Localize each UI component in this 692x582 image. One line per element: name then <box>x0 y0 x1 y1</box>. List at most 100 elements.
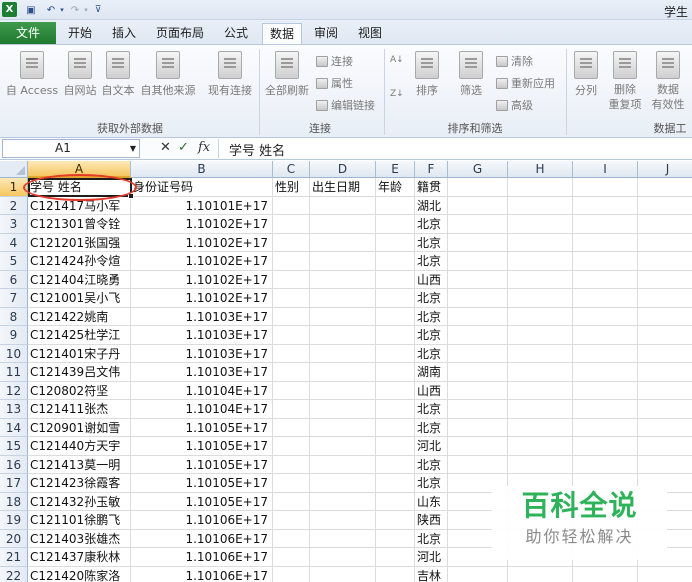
cell-j[interactable] <box>638 437 692 456</box>
cell-a[interactable]: C121425杜学江 <box>28 326 131 345</box>
cell-i[interactable] <box>573 307 638 326</box>
cell-f[interactable]: 北京 <box>415 252 448 271</box>
cell-g[interactable] <box>448 233 508 252</box>
cell-f[interactable]: 山西 <box>415 381 448 400</box>
cell-i[interactable] <box>573 381 638 400</box>
cell-d[interactable] <box>310 381 376 400</box>
data-validation-button[interactable]: 数据 有效性 <box>648 51 688 112</box>
row-header[interactable]: 13 <box>0 400 28 419</box>
cell-f[interactable]: 籍贯 <box>415 178 448 197</box>
row-header[interactable]: 2 <box>0 196 28 215</box>
cell-d[interactable] <box>310 400 376 419</box>
cell-a[interactable]: C121411张杰 <box>28 400 131 419</box>
cell-a[interactable]: C121424孙令煊 <box>28 252 131 271</box>
text-to-columns-button[interactable]: 分列 <box>570 51 602 98</box>
tab-file[interactable]: 文件 <box>0 22 56 44</box>
cell-a[interactable]: C120802符坚 <box>28 381 131 400</box>
row-header[interactable]: 8 <box>0 307 28 326</box>
cell-b[interactable]: 1.10104E+17 <box>131 400 273 419</box>
cell-h[interactable] <box>508 215 573 234</box>
cell-h[interactable] <box>508 252 573 271</box>
cell-a[interactable]: C121440方天宇 <box>28 437 131 456</box>
cell-b[interactable]: 1.10104E+17 <box>131 381 273 400</box>
cell-j[interactable] <box>638 234 692 252</box>
cell-e[interactable] <box>376 511 415 530</box>
cell-i[interactable] <box>573 196 638 215</box>
cell-f[interactable]: 北京 <box>415 233 448 252</box>
cell-g[interactable] <box>448 566 508 582</box>
fill-handle[interactable] <box>128 193 134 199</box>
cell-g[interactable] <box>448 289 508 308</box>
cell-g[interactable] <box>448 455 508 474</box>
cell-e[interactable] <box>376 474 415 493</box>
cell-h[interactable] <box>508 289 573 308</box>
cell-f[interactable]: 北京 <box>415 307 448 326</box>
cell-h[interactable] <box>508 196 573 215</box>
cell-b[interactable]: 1.10103E+17 <box>131 363 273 382</box>
cell-d[interactable] <box>310 529 376 548</box>
cell-c[interactable] <box>273 455 310 474</box>
cell-a[interactable]: C121413莫一明 <box>28 455 131 474</box>
cell-g[interactable] <box>448 381 508 400</box>
cell-j[interactable] <box>638 215 692 234</box>
tab-data[interactable]: 数据 <box>262 23 302 44</box>
cell-c[interactable] <box>273 215 310 234</box>
cell-f[interactable]: 山东 <box>415 492 448 511</box>
cell-j[interactable] <box>638 197 692 215</box>
cell-i[interactable] <box>573 566 638 582</box>
row-header[interactable]: 21 <box>0 548 28 567</box>
column-header-a[interactable]: A <box>28 161 131 178</box>
cell-i[interactable] <box>573 270 638 289</box>
cell-g[interactable] <box>448 215 508 234</box>
cell-h[interactable] <box>508 363 573 382</box>
tab-view[interactable]: 视图 <box>350 23 390 44</box>
redo-dropdown-icon[interactable]: ▾ <box>82 2 90 18</box>
cell-i[interactable] <box>573 233 638 252</box>
cell-d[interactable] <box>310 289 376 308</box>
row-header[interactable]: 14 <box>0 418 28 437</box>
cell-e[interactable] <box>376 455 415 474</box>
cell-f[interactable]: 北京 <box>415 455 448 474</box>
cell-b[interactable]: 1.10106E+17 <box>131 529 273 548</box>
cell-e[interactable] <box>376 215 415 234</box>
insert-function-icon[interactable]: fx <box>198 140 210 155</box>
cell-f[interactable]: 湖南 <box>415 363 448 382</box>
cell-e[interactable] <box>376 437 415 456</box>
cell-c[interactable] <box>273 566 310 582</box>
cell-f[interactable]: 北京 <box>415 400 448 419</box>
cell-i[interactable] <box>573 418 638 437</box>
cell-d[interactable] <box>310 196 376 215</box>
row-header[interactable]: 11 <box>0 363 28 382</box>
cell-e[interactable] <box>376 566 415 582</box>
cell-h[interactable] <box>508 326 573 345</box>
select-all-corner[interactable] <box>0 161 28 178</box>
cell-d[interactable] <box>310 270 376 289</box>
row-header[interactable]: 12 <box>0 381 28 400</box>
cell-b[interactable]: 1.10105E+17 <box>131 474 273 493</box>
cell-d[interactable] <box>310 437 376 456</box>
cell-f[interactable]: 陕西 <box>415 511 448 530</box>
cell-b[interactable]: 1.10106E+17 <box>131 566 273 582</box>
cell-b[interactable]: 1.10102E+17 <box>131 289 273 308</box>
cell-e[interactable] <box>376 252 415 271</box>
cell-f[interactable]: 北京 <box>415 418 448 437</box>
cell-f[interactable]: 河北 <box>415 548 448 567</box>
from-other-sources-button[interactable]: 自其他来源 <box>138 51 198 98</box>
row-header[interactable]: 16 <box>0 455 28 474</box>
row-header[interactable]: 7 <box>0 289 28 308</box>
cell-c[interactable] <box>273 307 310 326</box>
column-header-f[interactable]: F <box>415 161 448 178</box>
row-header[interactable]: 5 <box>0 252 28 271</box>
column-header-j[interactable]: J <box>638 161 692 178</box>
cell-h[interactable] <box>508 178 573 197</box>
cell-e[interactable] <box>376 344 415 363</box>
cell-b[interactable]: 1.10103E+17 <box>131 307 273 326</box>
cell-d[interactable] <box>310 548 376 567</box>
cell-e[interactable] <box>376 363 415 382</box>
cell-h[interactable] <box>508 307 573 326</box>
cell-h[interactable] <box>508 233 573 252</box>
cell-d[interactable] <box>310 215 376 234</box>
cell-h[interactable] <box>508 455 573 474</box>
cell-g[interactable] <box>448 326 508 345</box>
from-text-button[interactable]: 自文本 <box>100 51 136 98</box>
